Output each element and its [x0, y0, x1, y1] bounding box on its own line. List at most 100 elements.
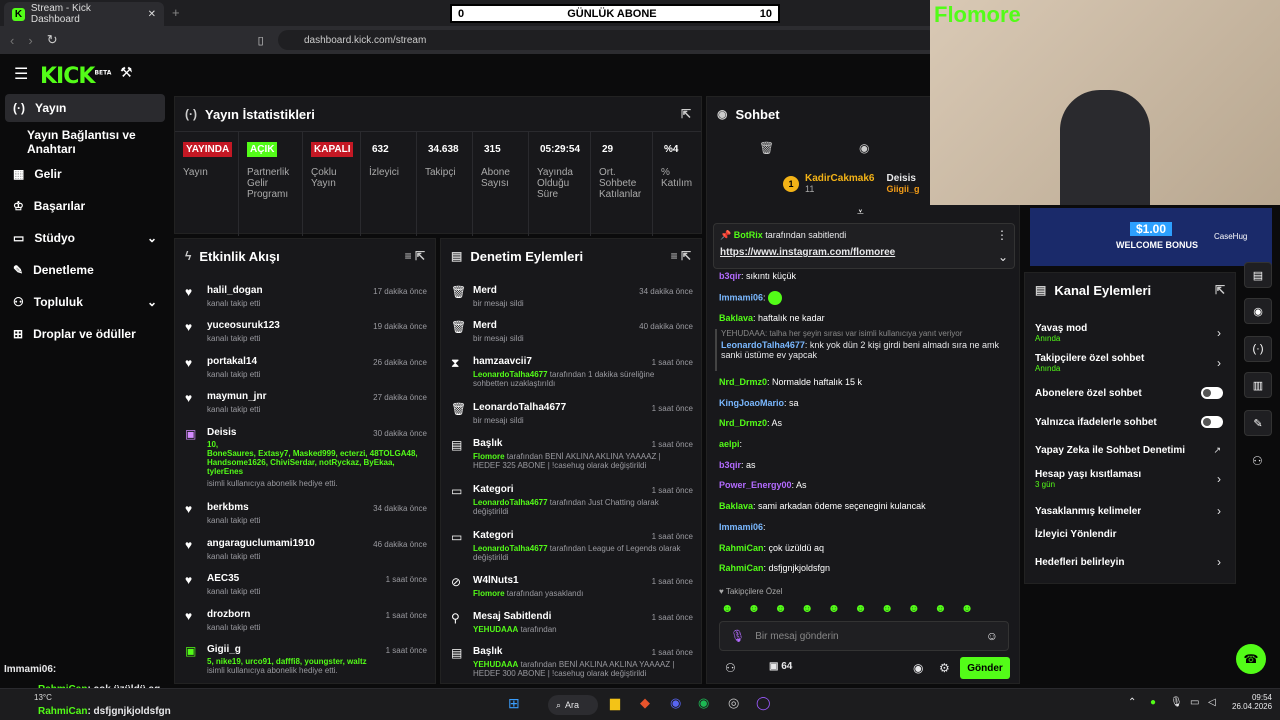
collapse-icon[interactable]: ⩡ — [857, 205, 864, 220]
network-icon[interactable]: ▭ — [1190, 697, 1199, 708]
app-icon[interactable]: ◯ — [756, 695, 771, 711]
emoji-icon[interactable]: ☺ — [986, 629, 998, 643]
volume-icon[interactable]: ◁ — [1208, 697, 1216, 708]
send-button[interactable]: Gönder — [960, 657, 1010, 679]
overlay-chat-line: RahmiCan: dsfjgnjkjoldsfgn — [38, 706, 171, 717]
chat-text: : sami arkadan ödeme seçenegini kulancak — [753, 501, 926, 511]
support-button[interactable]: ☎ — [1236, 644, 1266, 674]
action-raid[interactable]: İzleyici Yönlendir — [1025, 529, 1235, 540]
chat-user: Baklava — [719, 313, 754, 323]
tray-chevron-icon[interactable]: ⌃ — [1128, 697, 1136, 708]
close-tab-icon[interactable]: ✕ — [148, 9, 156, 20]
hourglass-icon: ⧗ — [451, 356, 460, 370]
discord-icon[interactable]: ◉ — [670, 695, 681, 711]
title-icon: ▤ — [451, 646, 463, 660]
chat-message: RahmiCan: dsfjgnjkjoldsfgn — [719, 563, 830, 573]
chat-settings-bubble-icon[interactable]: ◉ — [913, 661, 923, 675]
emote-icon[interactable]: ☻ — [907, 601, 920, 615]
bookmark-icon[interactable]: ▯ — [258, 34, 264, 47]
promo-banner[interactable]: $1.00 WELCOME BONUS CaseHug — [1030, 208, 1272, 266]
pin-tool-icon[interactable]: ⚒ — [120, 64, 133, 81]
chat-bubble-icon[interactable]: ◉ — [859, 141, 869, 155]
external-link-icon: ↗ — [1213, 445, 1221, 455]
taskbar-search[interactable]: ⌕ Ara — [548, 695, 598, 715]
windows-start-icon[interactable]: ⊞ — [508, 695, 520, 712]
browser-tab[interactable]: K Stream - Kick Dashboard ✕ — [4, 2, 164, 26]
emote-icon[interactable]: ☻ — [748, 601, 761, 615]
emote-icon[interactable]: ☻ — [854, 601, 867, 615]
action-label: Hesap yaşı kısıtlaması — [1035, 469, 1142, 480]
rail-wrench-button[interactable]: ✎ — [1244, 410, 1272, 436]
channel-actions-panel: ▤ Kanal Eylemleri ⇱ Yavaş mod Anında › Takip… — [1024, 272, 1236, 584]
activity-name: yuceosuruk123 — [207, 320, 280, 331]
gear-icon[interactable]: ⚙ — [939, 661, 950, 675]
sidebar-item-gelir[interactable]: ▦ Gelir — [5, 160, 165, 188]
forward-icon[interactable]: › — [28, 33, 32, 48]
spotify-icon[interactable]: ◉ — [698, 695, 709, 711]
action-account-age[interactable]: Hesap yaşı kısıtlaması 3 gün › — [1025, 469, 1235, 489]
sidebar-item-topluluk[interactable]: ⚇ Topluluk ⌄ — [5, 288, 165, 316]
action-followers-only[interactable]: Takipçilere özel sohbet Anında › — [1025, 353, 1235, 373]
sidebar-item-basarilar[interactable]: ♔ Başarılar — [5, 192, 165, 220]
chat-message: b3qir: sıkıntı küçük — [719, 271, 796, 281]
new-tab-icon[interactable]: + — [172, 5, 180, 20]
users-icon[interactable]: ⚇ — [725, 661, 736, 675]
trash-icon[interactable]: 🗑 — [759, 141, 774, 155]
sidebar-item-studyo[interactable]: ▭ Stüdyo ⌄ — [5, 224, 165, 252]
menu-icon[interactable]: ☰ — [14, 64, 28, 84]
mic-icon[interactable]: 🎙 — [730, 629, 745, 643]
rail-broadcast-button[interactable]: (·) — [1244, 336, 1272, 362]
action-ai-moderation[interactable]: Yapay Zeka ile Sohbet Denetimi ↗ — [1025, 445, 1235, 456]
moderation-item: ⧗ hamzaavcii7 LeonardoTalha4677 tarafından… — [441, 356, 701, 388]
stat-value: 34.638 — [428, 144, 459, 155]
emote-bar[interactable]: ☻ ☻ ☻ ☻ ☻ ☻ ☻ ☻ ☻ ☻ — [721, 601, 973, 615]
activity-item: ♥ angaraguclumami1910 kanalı takip etti 46 … — [175, 538, 435, 561]
sidebar-item-stream-key[interactable]: Yayın Bağlantısı ve Anahtarı — [5, 128, 165, 156]
mic-icon[interactable]: 🎙 — [1170, 697, 1183, 708]
filter-icon[interactable]: ≡ ⇱ — [405, 249, 425, 263]
obs-icon[interactable]: ◎ — [728, 695, 739, 711]
chat-text: : As — [791, 480, 807, 490]
rail-layout-button[interactable]: ▥ — [1244, 372, 1272, 398]
chevron-right-icon: › — [1217, 356, 1221, 370]
url-input[interactable]: dashboard.kick.com/stream — [278, 30, 938, 50]
chat-input[interactable]: 🎙 Bir mesaj gönderin ☺ — [719, 621, 1009, 651]
popout-icon[interactable]: ⇱ — [1215, 283, 1225, 297]
back-icon[interactable]: ‹ — [10, 33, 14, 48]
emote-icon[interactable]: ☻ — [774, 601, 787, 615]
browser-icon[interactable]: ◆ — [640, 695, 650, 711]
overlay-text: : dsfjgnjkjoldsfgn — [87, 706, 171, 717]
rail-document-button[interactable]: ▤ — [1244, 262, 1272, 288]
emote-icon[interactable]: ☻ — [828, 601, 841, 615]
sidebar-item-denetleme[interactable]: ✎ Denetleme — [5, 256, 165, 284]
popout-icon[interactable]: ⇱ — [681, 107, 691, 121]
tray-status-icon[interactable]: ● — [1150, 697, 1156, 708]
kick-logo[interactable]: KICKBETA — [40, 64, 111, 89]
url-text: dashboard.kick.com/stream — [304, 34, 427, 46]
stream-stats-panel: (·) Yayın İstatistikleri ⇱ YAYINDA Yayın AÇ… — [174, 96, 702, 236]
more-icon[interactable]: ⋮ — [996, 228, 1008, 242]
chat-user: LeonardoTalha4677 — [721, 340, 805, 350]
file-explorer-icon[interactable]: ▆ — [610, 695, 620, 711]
chevron-down-icon[interactable]: ⌄ — [998, 250, 1008, 264]
emote-icon[interactable]: ☻ — [961, 601, 974, 615]
sidebar-item-yayin[interactable]: (·) Yayın — [5, 94, 165, 122]
reload-icon[interactable]: ↻ — [47, 32, 58, 48]
action-goals[interactable]: Hedefleri belirleyin › — [1025, 555, 1235, 569]
emote-icon[interactable]: ☻ — [721, 601, 734, 615]
action-banned-words[interactable]: Yasaklanmış kelimeler › — [1025, 504, 1235, 518]
filter-icon[interactable]: ≡ ⇱ — [671, 249, 691, 263]
sidebar-item-droplar[interactable]: ⊞ Droplar ve ödüller — [5, 320, 165, 348]
pinned-link[interactable]: https://www.instagram.com/flomoree — [720, 247, 1008, 258]
subscribers-only-toggle[interactable] — [1201, 387, 1223, 399]
emote-icon[interactable]: ☻ — [881, 601, 894, 615]
rail-chat-button[interactable]: ◉ — [1244, 298, 1272, 324]
emote-icon[interactable]: ☻ — [801, 601, 814, 615]
chat-message: Power_Energy00: As — [719, 480, 807, 490]
mod-sub: tarafından — [520, 625, 557, 634]
action-slow-mode[interactable]: Yavaş mod Anında › — [1025, 323, 1235, 343]
rail-users-icon[interactable]: ⚇ — [1252, 454, 1263, 468]
clock[interactable]: 09:54 26.04.2026 — [1232, 693, 1272, 711]
emotes-only-toggle[interactable] — [1201, 416, 1223, 428]
emote-icon[interactable]: ☻ — [934, 601, 947, 615]
